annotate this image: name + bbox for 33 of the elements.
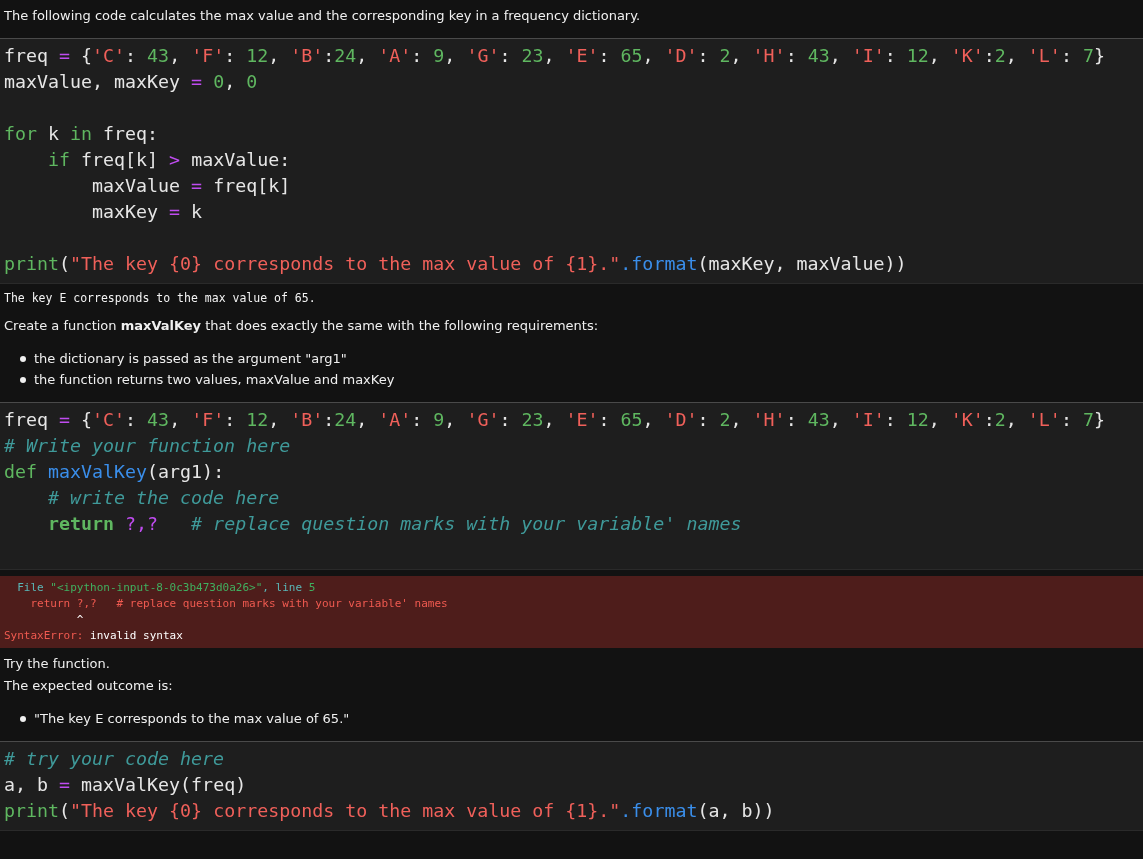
bullet-icon	[20, 376, 26, 383]
code-cell[interactable]: # try your code here a, b = maxValKey(freq) print("The key {0} corresponds to the max value of {1}.".format(a, b))	[0, 741, 1143, 831]
code-line: freq = {'C': 43, 'F': 12, 'B':24, 'A': 9, 'G': 23, 'E': 65, 'D': 2, 'H': 43, 'I': 12, 'K':2, 'L': 7}	[4, 408, 1105, 432]
bullet-icon	[20, 355, 26, 362]
code-cell[interactable]	[0, 402, 1143, 570]
bullet-icon	[20, 715, 26, 722]
code-line: maxValue = freq[k]	[91, 174, 291, 198]
paragraph: The expected outcome is:	[4, 677, 174, 695]
code-line: maxKey = k	[91, 200, 203, 224]
error-line: SyntaxError: invalid syntax	[4, 628, 183, 644]
code-line: if freq[k] > maxValue:	[47, 148, 291, 172]
code-line: a, b = maxValKey(freq)	[4, 773, 247, 797]
error-line: return ?,? # replace question marks with your variable' names	[29, 596, 448, 612]
code-line: return ?,? # replace question marks with your variable' names	[47, 512, 742, 536]
code-line: print("The key {0} corresponds to the max value of {1}.".format(a, b))	[4, 799, 775, 823]
code-line: def maxValKey(arg1):	[4, 460, 225, 484]
code-line: freq = {'C': 43, 'F': 12, 'B':24, 'A': 9, 'G': 23, 'E': 65, 'D': 2, 'H': 43, 'I': 12, 'K':2, 'L': 7}	[4, 44, 1105, 68]
list-item: the function returns two values, maxValue and maxKey	[34, 371, 395, 389]
error-line: ^	[75, 612, 84, 628]
paragraph: Try the function.	[4, 655, 111, 673]
code-line: for k in freq:	[4, 122, 159, 146]
code-line: print("The key {0} corresponds to the max value of {1}.".format(maxKey, maxValue))	[4, 252, 907, 276]
code-line: maxValue, maxKey = 0, 0	[4, 70, 258, 94]
code-line: # Write your function here	[4, 434, 291, 458]
paragraph: Create a function maxValKey that does exactly the same with the following requirements:	[4, 317, 600, 335]
code-line: # write the code here	[47, 486, 280, 510]
error-line: File "<ipython-input-8-0c3b473d0a26>", line 5	[16, 580, 316, 596]
code-cell[interactable]	[0, 38, 1143, 284]
output-text: The key E corresponds to the max value of 65.	[4, 290, 316, 306]
code-line: # try your code here	[4, 747, 225, 771]
list-item: the dictionary is passed as the argument "arg1"	[34, 350, 347, 368]
list-item: "The key E corresponds to the max value of 65."	[34, 710, 350, 728]
paragraph: The following code calculates the max value and the corresponding key in a frequency dictionary.	[4, 7, 642, 25]
